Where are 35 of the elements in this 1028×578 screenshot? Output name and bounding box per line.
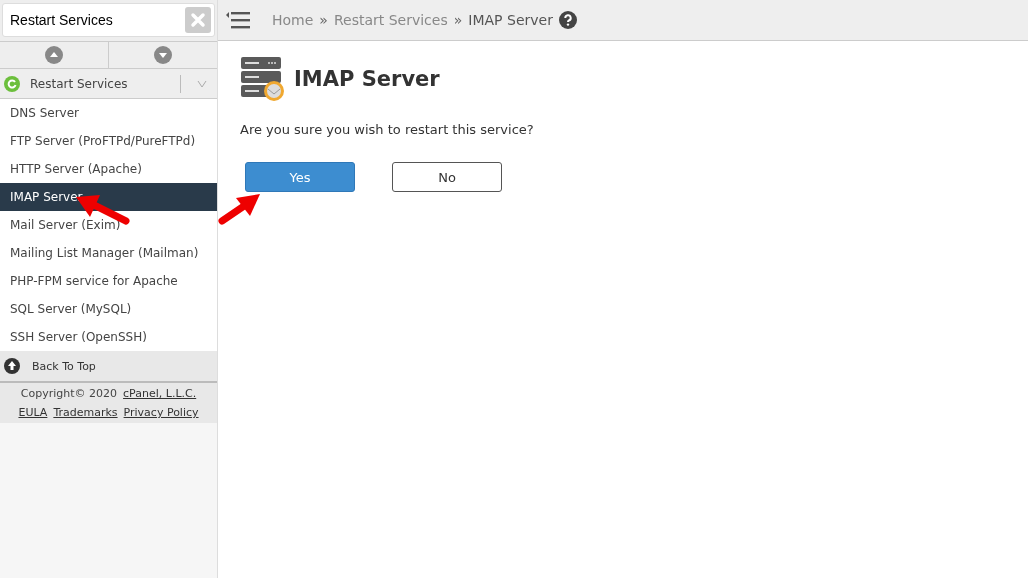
sidebar-item[interactable]: SSH Server (OpenSSH) [0, 323, 217, 351]
chevron-icon [197, 79, 207, 88]
sidebar-item[interactable]: SQL Server (MySQL) [0, 295, 217, 323]
down-caret-icon [154, 46, 172, 64]
sidebar-item[interactable]: Mailing List Manager (Mailman) [0, 239, 217, 267]
search-field[interactable]: Restart Services [2, 3, 215, 37]
sidebar-item[interactable]: PHP-FPM service for Apache [0, 267, 217, 295]
category-header[interactable]: Restart Services [0, 69, 217, 99]
page-title: IMAP Server [294, 67, 440, 91]
up-caret-icon [45, 46, 63, 64]
breadcrumb-link[interactable]: IMAP Server [468, 12, 553, 28]
back-to-top-link[interactable]: Back To Top [0, 351, 217, 383]
no-button[interactable]: No [392, 162, 502, 192]
footer-link[interactable]: Privacy Policy [123, 406, 199, 419]
clear-button[interactable] [185, 7, 211, 33]
breadcrumb-separator: » [319, 12, 328, 28]
server-mail-icon [240, 56, 286, 102]
menu-icon[interactable] [226, 11, 250, 29]
refresh-icon [4, 75, 20, 92]
yes-button[interactable]: Yes [245, 162, 355, 192]
breadcrumb-separator: » [453, 12, 463, 28]
company-link[interactable]: cPanel, L.L.C. [123, 387, 197, 400]
confirm-question: Are you sure you wish to restart this service? [240, 122, 535, 137]
sidebar-item[interactable]: Mail Server (Exim) [0, 211, 217, 239]
footer-link[interactable]: EULA [18, 406, 48, 419]
sidebar-item[interactable]: IMAP Server [0, 183, 217, 211]
annotation-arrow [218, 192, 262, 226]
category-label: Restart Services [30, 76, 129, 91]
copyright-text: Copyright© 2020 [20, 387, 118, 400]
sidebar-item[interactable]: DNS Server [0, 99, 217, 127]
close-icon [190, 12, 206, 28]
footer-link[interactable]: Trademarks [53, 406, 118, 419]
sidebar-item[interactable]: FTP Server (ProFTPd/PureFTPd) [0, 127, 217, 155]
sidebar-item[interactable]: HTTP Server (Apache) [0, 155, 217, 183]
help-icon[interactable] [558, 11, 577, 29]
